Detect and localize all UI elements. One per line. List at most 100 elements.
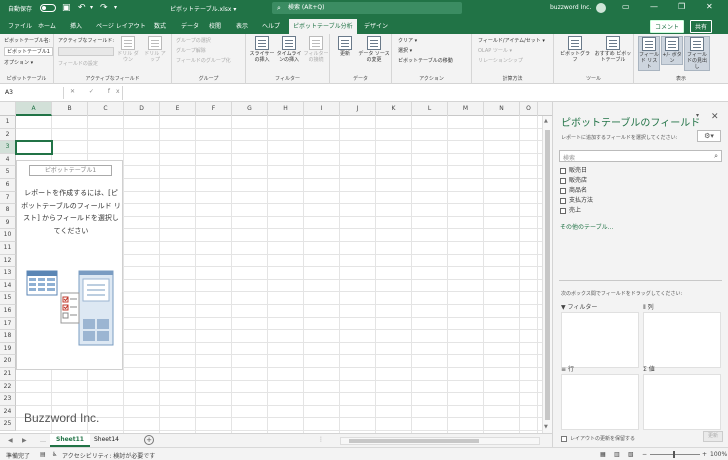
- column-header[interactable]: B: [52, 102, 88, 116]
- column-header[interactable]: G: [232, 102, 268, 116]
- field-checkbox[interactable]: [560, 188, 566, 194]
- column-header[interactable]: M: [448, 102, 484, 116]
- row-header[interactable]: 18: [0, 330, 16, 343]
- ribbon-display-icon[interactable]: ▭: [622, 2, 630, 11]
- zoom-out-icon[interactable]: −: [642, 451, 647, 458]
- tab-design[interactable]: デザイン: [364, 21, 388, 30]
- columns-drop-zone[interactable]: [643, 312, 721, 368]
- column-header[interactable]: F: [196, 102, 232, 116]
- select-all-corner[interactable]: [0, 102, 16, 116]
- column-header[interactable]: K: [376, 102, 412, 116]
- field-item[interactable]: 販売店: [559, 176, 722, 186]
- tab-page-layout[interactable]: ページ レイアウト: [96, 21, 146, 30]
- row-header[interactable]: 17: [0, 317, 16, 331]
- column-header[interactable]: D: [124, 102, 160, 116]
- row-header[interactable]: 20: [0, 355, 16, 368]
- columns-area[interactable]: ⦀ 列: [643, 302, 721, 368]
- pane-options-icon[interactable]: ▾: [696, 112, 699, 119]
- row-header[interactable]: 16: [0, 305, 16, 318]
- field-checkbox[interactable]: [560, 198, 566, 204]
- select-button[interactable]: 選択 ▾: [398, 47, 412, 54]
- row-header[interactable]: 8: [0, 204, 16, 217]
- name-box[interactable]: A3: [2, 87, 64, 99]
- tab-pivottable-analyze[interactable]: ピボットテーブル分析: [289, 19, 357, 34]
- rows-drop-zone[interactable]: [561, 374, 639, 430]
- formula-controls[interactable]: ✕ ✓ fx: [70, 88, 126, 95]
- macro-record-icon[interactable]: ▤: [40, 451, 46, 458]
- row-header[interactable]: 11: [0, 242, 16, 255]
- avatar[interactable]: [596, 3, 606, 13]
- row-header[interactable]: 25: [0, 418, 16, 431]
- column-header[interactable]: L: [412, 102, 448, 116]
- change-data-source-button[interactable]: データ ソースの変更: [358, 36, 390, 63]
- page-break-view-icon[interactable]: ▧: [628, 451, 634, 458]
- filter-connections-button[interactable]: フィルターの接続: [303, 36, 329, 63]
- field-settings-button[interactable]: フィールドの設定: [58, 60, 98, 67]
- row-header[interactable]: 22: [0, 380, 16, 394]
- column-header[interactable]: N: [484, 102, 520, 116]
- tab-file[interactable]: ファイル: [8, 21, 32, 30]
- restore-icon[interactable]: ❐: [678, 2, 685, 11]
- scroll-up-icon[interactable]: ▲: [544, 118, 548, 124]
- pivot-placeholder[interactable]: ピボットテーブル1 レポートを作成するには、[ピボットテーブルのフィールド リス…: [16, 160, 123, 370]
- relationships-button[interactable]: リレーションシップ: [478, 57, 523, 64]
- redo-icon[interactable]: ↷: [100, 2, 108, 14]
- row-header[interactable]: 19: [0, 342, 16, 356]
- field-item[interactable]: 売上: [559, 206, 722, 216]
- customize-qat-icon[interactable]: ▾: [114, 2, 117, 14]
- zoom-level[interactable]: 100%: [710, 451, 727, 458]
- row-header[interactable]: 24: [0, 405, 16, 419]
- row-header[interactable]: 9: [0, 216, 16, 230]
- accessibility-status[interactable]: アクセシビリティ: 検討が必要です: [62, 451, 155, 460]
- clear-button[interactable]: クリア ▾: [398, 37, 417, 44]
- field-checkbox[interactable]: [560, 168, 566, 174]
- field-item[interactable]: 商品名: [559, 186, 722, 196]
- row-header[interactable]: 15: [0, 292, 16, 305]
- sheet-tab-sheet14[interactable]: Sheet14: [88, 434, 125, 447]
- row-header[interactable]: 6: [0, 179, 16, 192]
- zoom-slider-thumb[interactable]: [673, 451, 675, 458]
- move-pivottable-button[interactable]: ピボットテーブルの移動: [398, 57, 453, 64]
- tab-help[interactable]: ヘルプ: [262, 21, 280, 30]
- insert-timeline-button[interactable]: タイムラインの挿入: [276, 36, 302, 63]
- active-cell[interactable]: [15, 140, 53, 155]
- column-header[interactable]: E: [160, 102, 196, 116]
- search-box[interactable]: ⌕ 検索 (Alt+Q): [272, 2, 462, 14]
- drill-down-button[interactable]: ドリル ダウン: [116, 36, 140, 63]
- row-header[interactable]: 14: [0, 279, 16, 293]
- scroll-thumb[interactable]: [545, 130, 550, 420]
- field-item[interactable]: 支払方法: [559, 196, 722, 206]
- normal-view-icon[interactable]: ▦: [600, 451, 606, 458]
- prev-sheet-icon[interactable]: ◀: [8, 437, 13, 444]
- drill-up-button[interactable]: ドリル アップ: [142, 36, 168, 63]
- row-header[interactable]: 12: [0, 254, 16, 268]
- zoom-slider[interactable]: [650, 454, 700, 455]
- options-button[interactable]: オプション ▾: [4, 59, 33, 66]
- tab-data[interactable]: データ: [181, 21, 199, 30]
- row-header[interactable]: 21: [0, 368, 16, 381]
- plus-minus-buttons-button[interactable]: +/- ボタン: [661, 36, 683, 65]
- undo-icon[interactable]: ↶: [78, 2, 86, 14]
- field-checkbox[interactable]: [560, 208, 566, 214]
- tab-view[interactable]: 表示: [236, 21, 248, 30]
- rows-area[interactable]: ≡ 行: [561, 364, 639, 430]
- row-header[interactable]: 13: [0, 267, 16, 280]
- tab-insert[interactable]: 挿入: [70, 21, 82, 30]
- group-selection-button[interactable]: グループの選択: [176, 37, 211, 44]
- insert-slicer-button[interactable]: スライサーの挿入: [249, 36, 275, 63]
- hscroll-thumb[interactable]: [349, 439, 479, 443]
- column-header[interactable]: C: [88, 102, 124, 116]
- defer-update-checkbox[interactable]: レイアウトの更新を保留する: [561, 435, 635, 442]
- user-name[interactable]: buzzword Inc.: [550, 4, 591, 11]
- page-layout-view-icon[interactable]: ▥: [614, 451, 620, 458]
- column-header[interactable]: O: [520, 102, 538, 116]
- field-list-button[interactable]: フィールド リスト: [638, 36, 660, 71]
- close-icon[interactable]: ✕: [706, 2, 713, 11]
- values-area[interactable]: Σ 値: [643, 364, 721, 430]
- more-sheets-icon[interactable]: …: [40, 437, 46, 444]
- field-checkbox[interactable]: [560, 178, 566, 184]
- add-sheet-icon[interactable]: +: [144, 435, 154, 445]
- gear-icon[interactable]: ⚙▾: [697, 130, 721, 142]
- scroll-down-icon[interactable]: ▼: [544, 424, 548, 430]
- autosave-toggle[interactable]: [40, 4, 56, 12]
